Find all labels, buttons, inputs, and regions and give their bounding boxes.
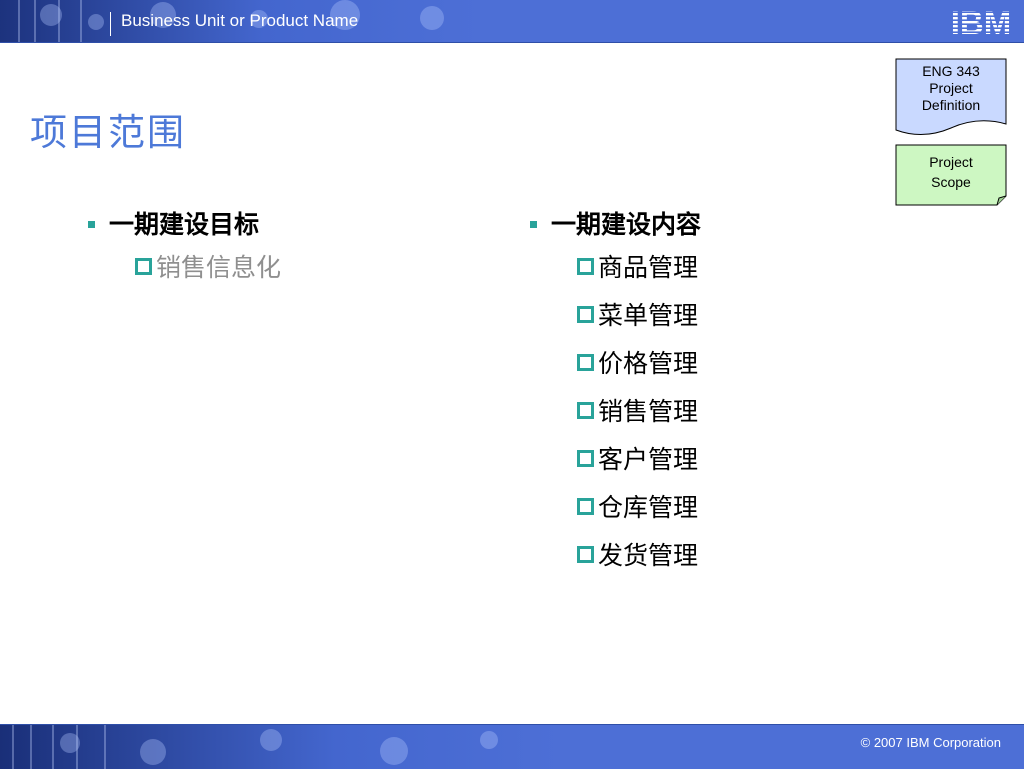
header-divider: [110, 12, 111, 36]
phase-goals-list: 销售信息化: [88, 242, 281, 290]
hollow-square-bullet-icon: [577, 545, 594, 563]
list-item-text: 发货管理: [598, 541, 699, 570]
list-item-text: 销售信息化: [156, 253, 282, 282]
hollow-square-bullet-icon: [577, 257, 594, 275]
phase-goals-heading: 一期建设目标: [109, 210, 260, 239]
ibm-logo-text: IBM: [951, 5, 1012, 37]
definition-line: Definition: [921, 97, 981, 113]
phase-goals-column: 一期建设目标 销售信息化: [88, 204, 281, 290]
texture-dot: [40, 4, 62, 26]
phase-content-list: 商品管理 菜单管理 价格管理 销售管理 客户管理 仓库管理 发货管理: [530, 242, 701, 578]
list-item-text: 商品管理: [598, 253, 699, 282]
list-item-text: 客户管理: [598, 445, 699, 474]
project-scope-box: Project Scope: [895, 144, 1007, 206]
texture-stripe: [52, 725, 54, 769]
hollow-square-bullet-icon: [577, 353, 594, 371]
project-definition-label: ENG 343 Project Definition: [895, 63, 1007, 114]
business-unit-name: Business Unit or Product Name: [121, 11, 359, 30]
definition-line: ENG 343: [922, 63, 980, 79]
list-item: 菜单管理: [577, 290, 701, 338]
list-item-text: 菜单管理: [598, 301, 699, 330]
list-item: 客户管理: [577, 434, 701, 482]
list-item: 销售信息化: [135, 242, 281, 290]
texture-stripe: [30, 725, 32, 769]
list-item: 价格管理: [577, 338, 701, 386]
list-item-text: 销售管理: [598, 397, 699, 426]
texture-dot: [60, 733, 80, 753]
list-item-text: 仓库管理: [598, 493, 699, 522]
texture-stripe: [12, 725, 14, 769]
texture-dot: [140, 739, 166, 765]
list-item: 销售管理: [577, 386, 701, 434]
list-item: 仓库管理: [577, 482, 701, 530]
phase-goals-heading-row: 一期建设目标: [88, 204, 281, 242]
header-bar: Business Unit or Product Name IBM: [0, 0, 1024, 43]
copyright-text: © 2007 IBM Corporation: [860, 735, 1001, 750]
texture-stripe: [104, 725, 106, 769]
square-bullet-icon: [88, 220, 95, 228]
texture-stripe: [34, 0, 36, 42]
hollow-square-bullet-icon: [577, 449, 594, 467]
texture-dot: [420, 6, 444, 30]
phase-content-heading: 一期建设内容: [551, 210, 702, 239]
phase-content-column: 一期建设内容 商品管理 菜单管理 价格管理 销售管理 客户管理 仓库管理 发货管…: [530, 204, 701, 578]
page-title: 项目范围: [30, 111, 186, 154]
definition-line: Project: [929, 80, 973, 96]
texture-dot: [380, 737, 408, 765]
texture-dot: [480, 731, 498, 749]
hollow-square-bullet-icon: [135, 257, 152, 275]
list-item: 发货管理: [577, 530, 701, 578]
list-item: 商品管理: [577, 242, 701, 290]
footer-texture: [0, 725, 560, 769]
list-item-text: 价格管理: [598, 349, 699, 378]
texture-stripe: [80, 0, 82, 42]
hollow-square-bullet-icon: [577, 401, 594, 419]
scope-line: Project: [929, 154, 973, 170]
texture-stripe: [18, 0, 20, 42]
texture-dot: [260, 729, 282, 751]
scope-line: Scope: [931, 174, 971, 190]
footer-bar: © 2007 IBM Corporation: [0, 724, 1024, 769]
hollow-square-bullet-icon: [577, 497, 594, 515]
hollow-square-bullet-icon: [577, 305, 594, 323]
ibm-logo: IBM: [951, 5, 1012, 37]
project-scope-label: Project Scope: [895, 152, 1007, 192]
texture-dot: [88, 14, 104, 30]
phase-content-heading-row: 一期建设内容: [530, 204, 701, 242]
project-definition-box: ENG 343 Project Definition: [895, 58, 1007, 138]
square-bullet-icon: [530, 220, 537, 228]
